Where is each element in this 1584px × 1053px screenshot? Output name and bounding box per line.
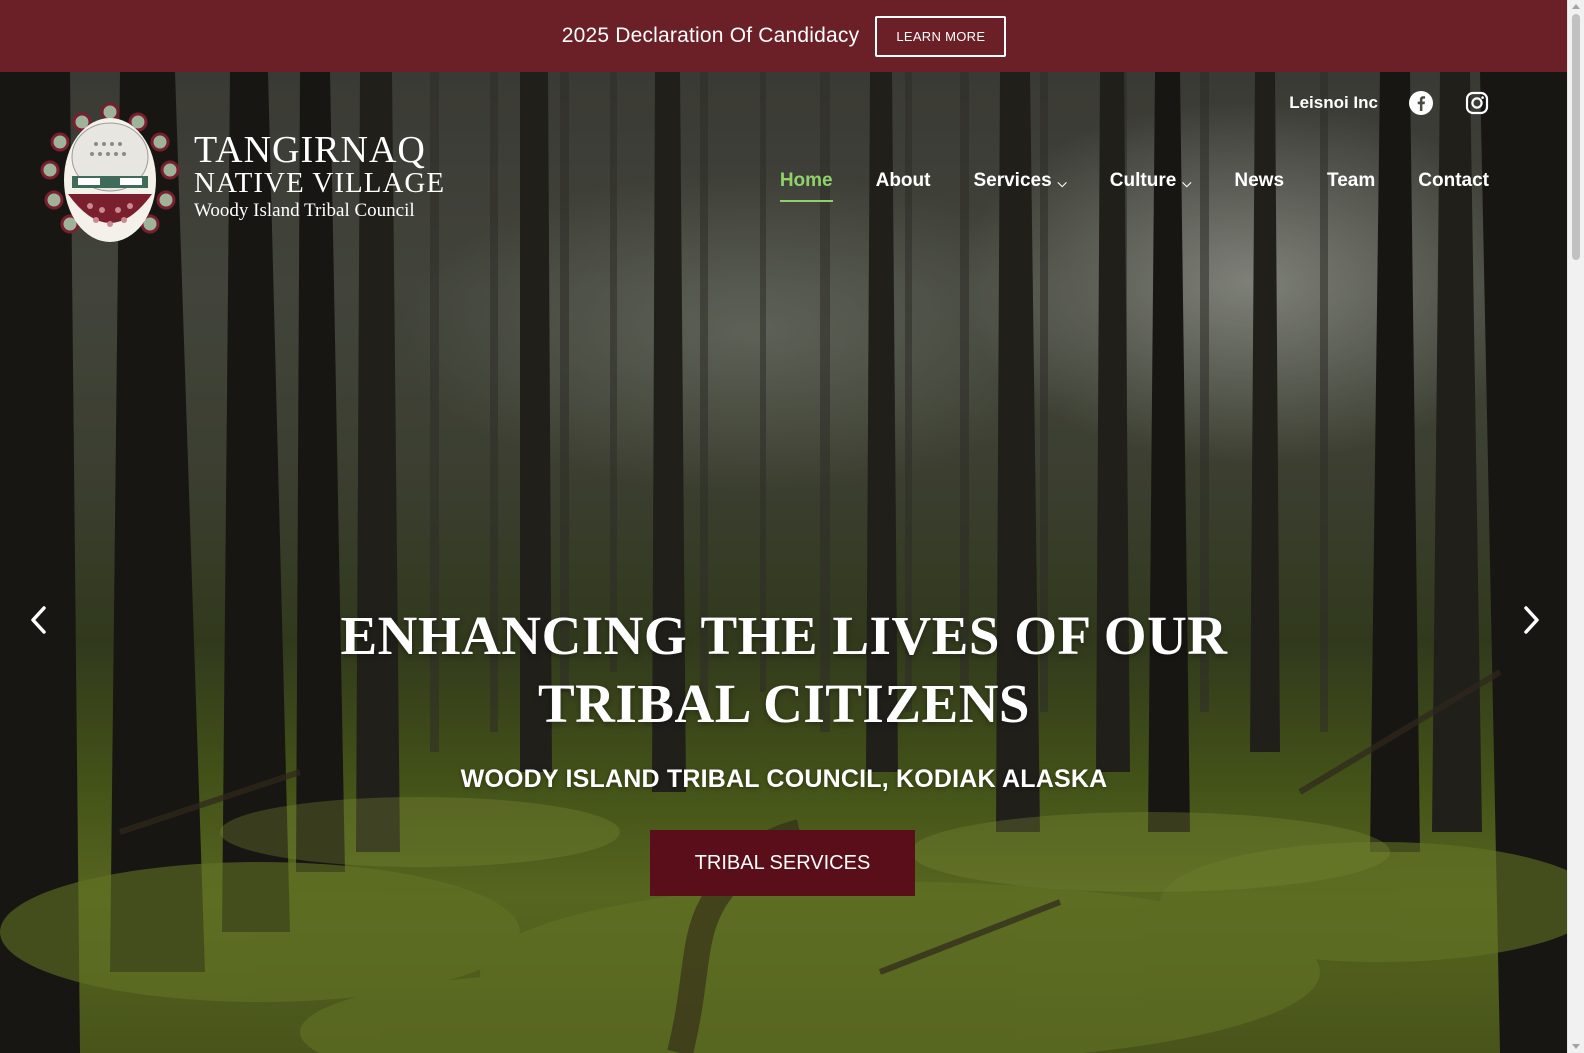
slider-prev-arrow-icon[interactable] xyxy=(24,600,54,640)
leisnoi-link[interactable]: Leisnoi Inc xyxy=(1289,93,1378,113)
nav-label: About xyxy=(875,170,931,191)
hero-headline: ENHANCING THE LIVES OF OUR TRIBAL CITIZE… xyxy=(280,602,1288,738)
facebook-icon[interactable] xyxy=(1408,90,1434,116)
scroll-down-arrow-icon[interactable] xyxy=(1572,1044,1580,1049)
logo-line-3: Woody Island Tribal Council xyxy=(194,200,415,221)
nav-label: Contact xyxy=(1418,170,1489,191)
nav-label: News xyxy=(1234,170,1285,191)
nav-label: Home xyxy=(779,170,833,191)
scroll-up-arrow-icon[interactable] xyxy=(1572,4,1580,9)
logo-text: TANGIRNAQ NATIVE VILLAGE Woody Island Tr… xyxy=(194,129,446,222)
nav-item-contact[interactable]: Contact xyxy=(1418,170,1489,192)
hero-section: TANGIRNAQ NATIVE VILLAGE Woody Island Tr… xyxy=(0,72,1568,1053)
hero-headline-line-1: ENHANCING THE LIVES OF OUR xyxy=(340,605,1228,666)
learn-more-button[interactable]: LEARN MORE xyxy=(875,15,1007,57)
logo-line-2: NATIVE VILLAGE xyxy=(194,167,446,199)
slider-next-arrow-icon[interactable] xyxy=(1516,600,1546,640)
chevron-down-icon: ⌵ xyxy=(1057,175,1067,190)
utility-links: Leisnoi Inc xyxy=(1289,90,1490,116)
nav-item-culture[interactable]: Culture ⌵ xyxy=(1110,170,1192,192)
page-scrollbar[interactable] xyxy=(1567,0,1584,1053)
chevron-down-icon: ⌵ xyxy=(1182,175,1192,190)
main-nav: Home About Services ⌵ Culture ⌵ News Team … xyxy=(779,170,1489,202)
scrollbar-thumb[interactable] xyxy=(1572,14,1580,260)
nav-item-about[interactable]: About xyxy=(876,170,931,192)
instagram-icon[interactable] xyxy=(1464,90,1490,116)
nav-item-news[interactable]: News xyxy=(1234,170,1284,192)
announcement-bar: 2025 Declaration Of Candidacy LEARN MORE xyxy=(0,0,1568,72)
hero-subheadline: WOODY ISLAND TRIBAL COUNCIL, KODIAK ALAS… xyxy=(460,765,1108,793)
announcement-text: 2025 Declaration Of Candidacy xyxy=(561,24,860,47)
hero-headline-line-2: TRIBAL CITIZENS xyxy=(538,673,1030,734)
mask-emblem-icon xyxy=(40,102,180,242)
nav-label: Culture xyxy=(1109,170,1177,191)
logo-line-1: TANGIRNAQ xyxy=(194,129,426,171)
site-logo[interactable]: TANGIRNAQ NATIVE VILLAGE Woody Island Tr… xyxy=(40,102,450,252)
nav-label: Team xyxy=(1327,170,1376,191)
nav-item-team[interactable]: Team xyxy=(1327,170,1375,192)
nav-label: Services xyxy=(973,170,1052,191)
tribal-services-button[interactable]: TRIBAL SERVICES xyxy=(650,830,915,896)
nav-item-services[interactable]: Services ⌵ xyxy=(973,170,1066,192)
nav-item-home[interactable]: Home xyxy=(779,170,833,202)
